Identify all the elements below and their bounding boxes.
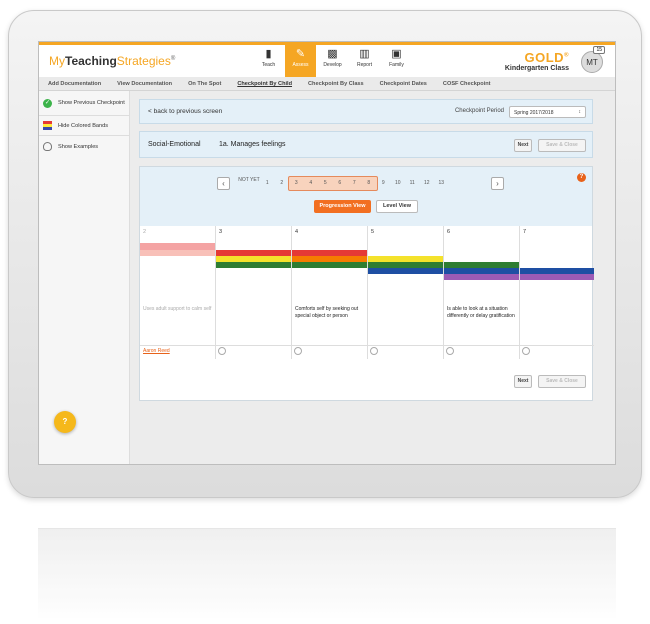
scale-1[interactable]: 1 xyxy=(260,177,275,190)
family-icon: ▣ xyxy=(391,48,402,60)
scale-8[interactable]: 8 xyxy=(362,177,377,190)
scale-5[interactable]: 5 xyxy=(318,177,333,190)
lightbulb-icon xyxy=(43,142,52,151)
color-band xyxy=(140,243,215,250)
notification-badge: 15 xyxy=(593,46,605,54)
subnav-add-documentation[interactable]: Add Documentation xyxy=(39,77,108,90)
nav-report[interactable]: ▥ Report xyxy=(349,42,380,77)
level-view-button[interactable]: Level View xyxy=(376,200,418,213)
nav-teach[interactable]: ▮ Teach xyxy=(253,42,284,77)
scale-9[interactable]: 9 xyxy=(376,177,391,190)
scale-7[interactable]: 7 xyxy=(347,177,362,190)
subnav-checkpoint-by-class[interactable]: Checkpoint By Class xyxy=(299,77,371,90)
rating-radio[interactable] xyxy=(370,347,378,355)
next-button[interactable]: Next xyxy=(514,139,532,152)
domain-title: Social-Emotional xyxy=(148,141,201,148)
main-content: < back to previous screen Checkpoint Per… xyxy=(139,99,594,401)
assessment-card: ‹ NOT YET 1 2 3 4 5 6 7 8 9 10 11 12 13 xyxy=(139,166,594,401)
color-band xyxy=(368,268,443,274)
bar-chart-icon: ▥ xyxy=(359,48,370,60)
sub-nav: Add Documentation View Documentation On … xyxy=(39,77,615,91)
app-screen: MyTeachingStrategies® ▮ Teach ✎ Assess ▩ De… xyxy=(38,41,616,465)
nav-develop[interactable]: ▩ Develop xyxy=(317,42,348,77)
row-divider xyxy=(140,345,594,346)
help-icon[interactable]: ? xyxy=(577,173,586,182)
scale-numbers: NOT YET 1 2 3 4 5 6 7 8 9 10 11 12 13 xyxy=(238,177,449,190)
tablet-reflection xyxy=(38,528,616,620)
subnav-on-the-spot[interactable]: On The Spot xyxy=(179,77,228,90)
subnav-checkpoint-dates[interactable]: Checkpoint Dates xyxy=(371,77,434,90)
next-arrow-icon[interactable]: › xyxy=(491,177,504,190)
scale-11[interactable]: 11 xyxy=(405,177,420,190)
checkpoint-period-select[interactable]: Spring 2017/2018 xyxy=(509,106,586,118)
level-column-2: 2 Uses adult support to calm self xyxy=(140,226,216,359)
level-column-7: 7 xyxy=(520,226,594,359)
scale-6[interactable]: 6 xyxy=(333,177,348,190)
colored-bands-icon xyxy=(43,121,52,130)
color-band xyxy=(520,274,594,280)
prev-arrow-icon[interactable]: ‹ xyxy=(217,177,230,190)
checkpoint-bar: < back to previous screen Checkpoint Per… xyxy=(139,99,593,124)
color-band xyxy=(140,250,215,256)
level-column-5: 5 xyxy=(368,226,444,359)
blocks-icon: ▩ xyxy=(327,48,338,60)
subnav-cosf-checkpoint[interactable]: COSF Checkpoint xyxy=(434,77,498,90)
level-column-4: 4 Comforts self by seeking out special o… xyxy=(292,226,368,359)
sidebar-hide-bands[interactable]: Hide Colored Bands xyxy=(39,116,129,136)
pencil-icon: ✎ xyxy=(295,48,306,60)
scale-13[interactable]: 13 xyxy=(434,177,449,190)
objective-bar: Social-Emotional 1a. Manages feelings Ne… xyxy=(139,131,593,158)
book-icon: ▮ xyxy=(265,48,272,60)
main-nav: ▮ Teach ✎ Assess ▩ Develop ▥ Report ▣ Family xyxy=(253,42,413,77)
top-bar: MyTeachingStrategies® ▮ Teach ✎ Assess ▩ De… xyxy=(39,42,615,77)
scale-12[interactable]: 12 xyxy=(420,177,435,190)
progression-grid: 2 Uses adult support to calm self 3 4 Co… xyxy=(140,226,594,359)
subnav-checkpoint-by-child[interactable]: Checkpoint By Child xyxy=(228,77,299,90)
save-close-button-bottom[interactable]: Save & Close xyxy=(538,375,586,388)
nav-assess[interactable]: ✎ Assess xyxy=(285,42,316,77)
color-band xyxy=(444,274,519,280)
nav-family[interactable]: ▣ Family xyxy=(381,42,412,77)
level-column-6: 6 Is able to look at a situation differe… xyxy=(444,226,520,359)
sidebar: ✓ Show Previous Checkpoint Hide Colored … xyxy=(39,91,130,464)
check-circle-icon: ✓ xyxy=(43,98,52,108)
scale-4[interactable]: 4 xyxy=(304,177,319,190)
gold-logo: GOLD xyxy=(524,50,565,65)
rating-radio[interactable] xyxy=(522,347,530,355)
color-band xyxy=(216,262,291,268)
avatar[interactable]: MT xyxy=(581,51,603,73)
next-button-bottom[interactable]: Next xyxy=(514,375,532,388)
progression-view-button[interactable]: Progression View xyxy=(314,200,371,213)
help-button[interactable]: ? xyxy=(54,411,76,433)
rating-radio[interactable] xyxy=(294,347,302,355)
save-close-button[interactable]: Save & Close xyxy=(538,139,586,152)
rating-radio[interactable] xyxy=(446,347,454,355)
scale-3[interactable]: 3 xyxy=(289,177,304,190)
sidebar-show-previous[interactable]: ✓ Show Previous Checkpoint xyxy=(39,91,129,116)
child-name-link[interactable]: Aaron Reed xyxy=(143,348,170,354)
color-band xyxy=(292,262,367,268)
scale-10[interactable]: 10 xyxy=(391,177,406,190)
rating-radio[interactable] xyxy=(218,347,226,355)
scale-2[interactable]: 2 xyxy=(275,177,290,190)
level-column-3: 3 xyxy=(216,226,292,359)
objective-title: 1a. Manages feelings xyxy=(219,141,286,148)
class-info: GOLD® Kindergarten Class xyxy=(504,50,569,72)
sidebar-show-examples[interactable]: Show Examples xyxy=(39,136,129,157)
class-name: Kindergarten Class xyxy=(504,65,569,72)
back-link[interactable]: < back to previous screen xyxy=(148,108,222,115)
logo: MyTeachingStrategies® xyxy=(49,54,176,68)
subnav-view-documentation[interactable]: View Documentation xyxy=(108,77,179,90)
checkpoint-period-label: Checkpoint Period xyxy=(454,108,504,114)
scale-not-yet[interactable]: NOT YET xyxy=(238,177,260,190)
rating-scale: ‹ NOT YET 1 2 3 4 5 6 7 8 9 10 11 12 13 xyxy=(140,167,592,226)
